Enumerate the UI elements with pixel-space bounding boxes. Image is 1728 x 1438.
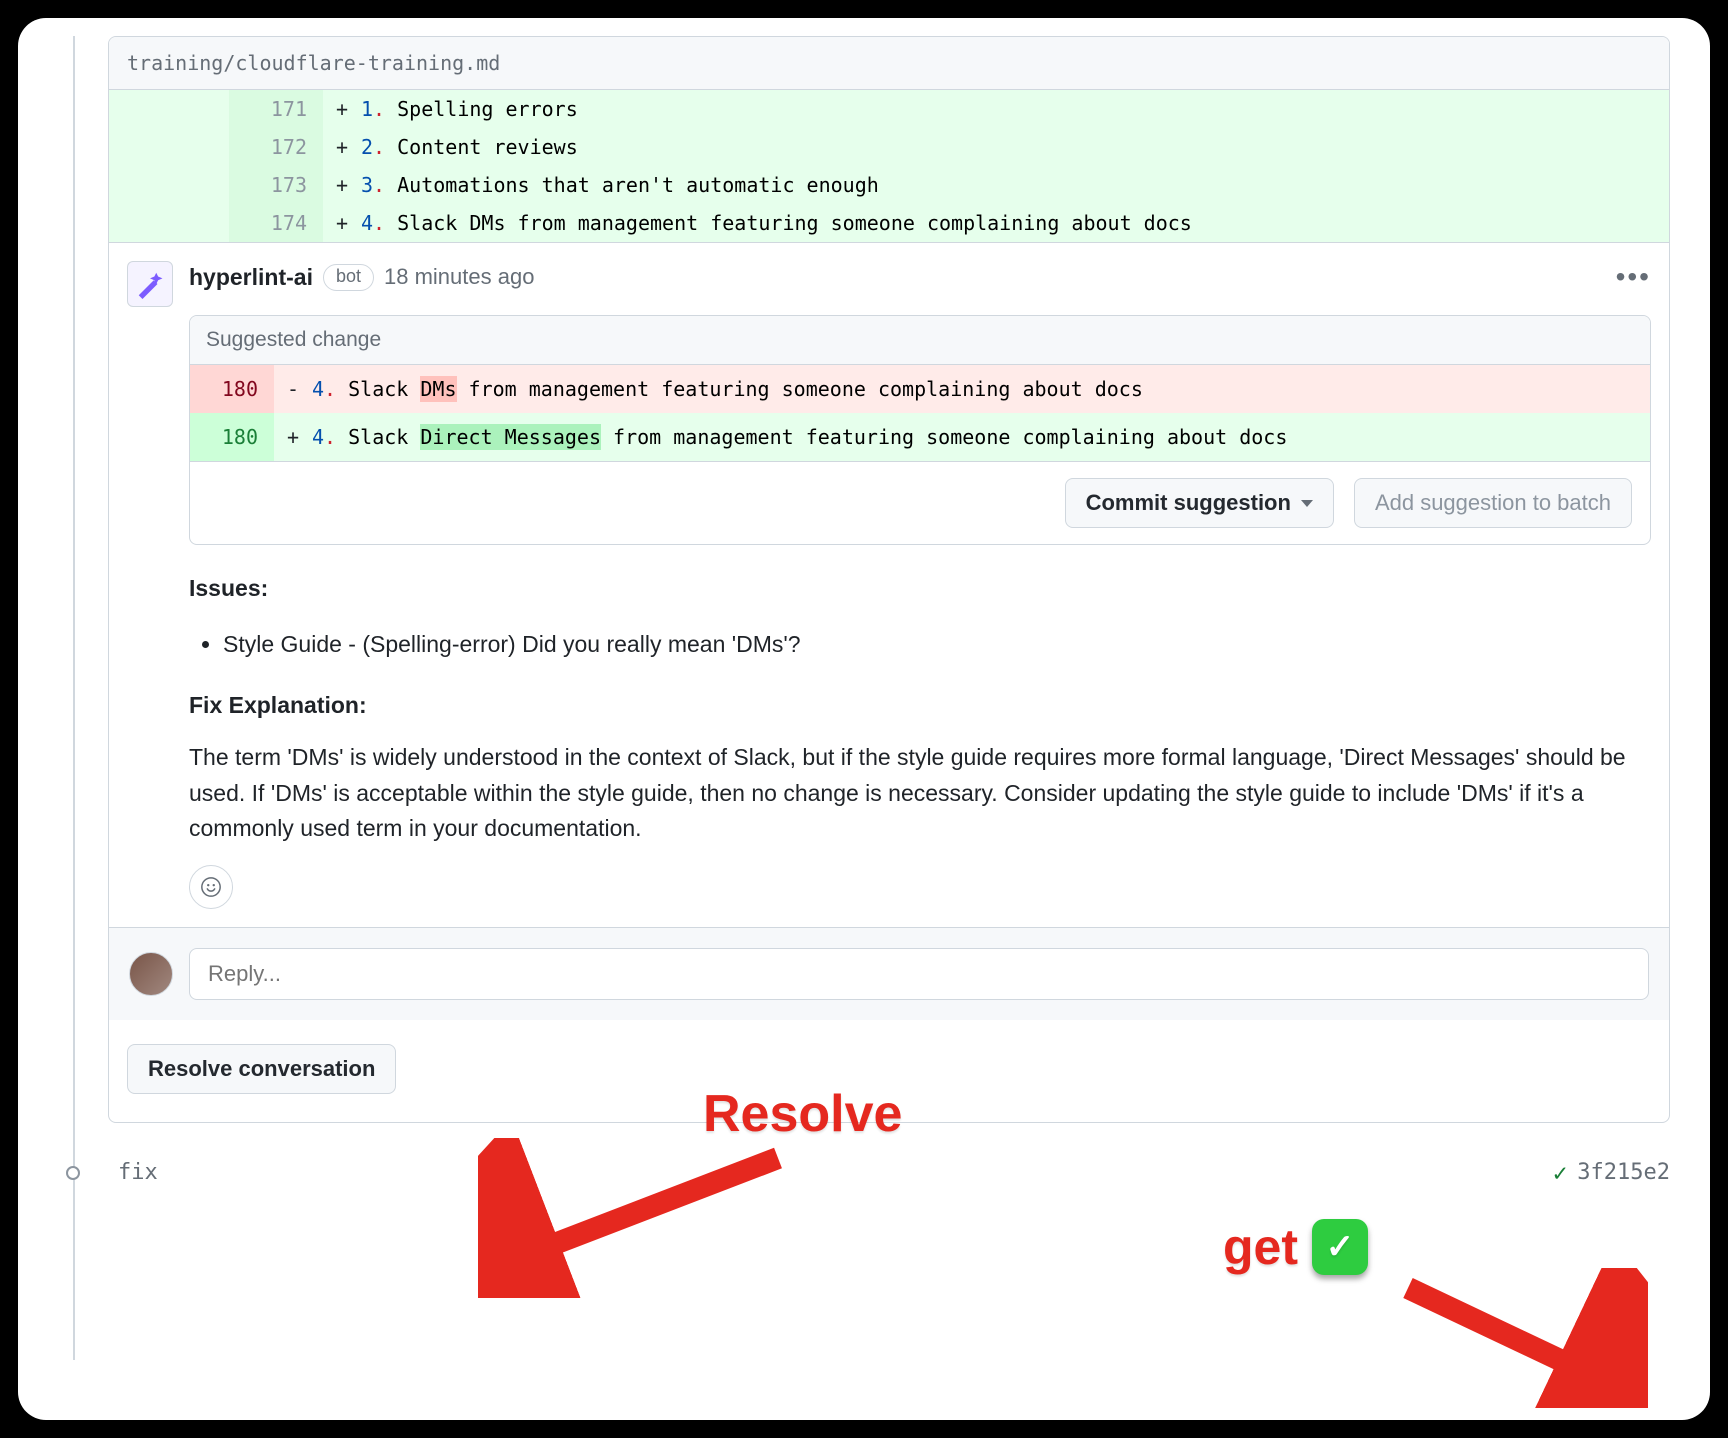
commit-suggestion-button[interactable]: Commit suggestion [1065, 478, 1334, 528]
suggested-change-label: Suggested change [190, 316, 1650, 365]
add-reaction-button[interactable] [189, 865, 233, 909]
reply-input[interactable] [189, 948, 1649, 1000]
diff-panel: training/cloudflare-training.md 171+1. S… [108, 36, 1670, 1123]
comment-timestamp[interactable]: 18 minutes ago [384, 264, 534, 290]
annotation-checkmark-badge: ✓ [1312, 1219, 1368, 1275]
annotation-arrow-get [1388, 1268, 1648, 1408]
comment-body: Issues: Style Guide - (Spelling-error) D… [189, 571, 1651, 847]
diff-line: 174+4. Slack DMs from management featuri… [109, 204, 1669, 242]
timeline-rail [73, 36, 75, 1360]
comment-menu-button[interactable]: ••• [1616, 261, 1651, 293]
diff-line: 173+3. Automations that aren't automatic… [109, 166, 1669, 204]
diff-line: 172+2. Content reviews [109, 128, 1669, 166]
bot-avatar [127, 261, 173, 307]
chevron-down-icon [1301, 500, 1313, 507]
suggestion-box: Suggested change 180 - 4. Slack DMs from… [189, 315, 1651, 545]
fix-explanation-heading: Fix Explanation: [189, 692, 367, 718]
commit-sha[interactable]: 3f215e2 [1577, 1160, 1670, 1185]
status-check-icon[interactable]: ✓ [1553, 1159, 1567, 1187]
commit-dot-icon [66, 1166, 80, 1180]
smiley-icon [200, 876, 222, 898]
user-avatar[interactable] [129, 952, 173, 996]
suggestion-new-line: 180 + 4. Slack Direct Messages from mana… [190, 413, 1650, 461]
issue-item: Style Guide - (Spelling-error) Did you r… [223, 627, 1651, 663]
reply-row [109, 927, 1669, 1020]
resolve-conversation-button[interactable]: Resolve conversation [127, 1044, 396, 1094]
file-path: training/cloudflare-training.md [109, 37, 1669, 90]
commit-row: fix ✓ 3f215e2 [108, 1159, 1670, 1187]
add-suggestion-to-batch-button[interactable]: Add suggestion to batch [1354, 478, 1632, 528]
fix-explanation-text: The term 'DMs' is widely understood in t… [189, 740, 1651, 847]
annotation-arrow-resolve [478, 1138, 798, 1298]
bot-badge: bot [323, 264, 374, 291]
diff-line: 171+1. Spelling errors [109, 90, 1669, 128]
comment-author[interactable]: hyperlint-ai [189, 264, 313, 291]
review-comment: hyperlint-ai bot 18 minutes ago ••• Sugg… [109, 242, 1669, 927]
wand-icon [135, 269, 165, 299]
suggestion-old-line: 180 - 4. Slack DMs from management featu… [190, 365, 1650, 413]
issues-heading: Issues: [189, 575, 268, 601]
annotation-get-label: get ✓ [1223, 1218, 1368, 1276]
commit-message[interactable]: fix [118, 1160, 158, 1185]
diff-body: 171+1. Spelling errors172+2. Content rev… [109, 90, 1669, 242]
